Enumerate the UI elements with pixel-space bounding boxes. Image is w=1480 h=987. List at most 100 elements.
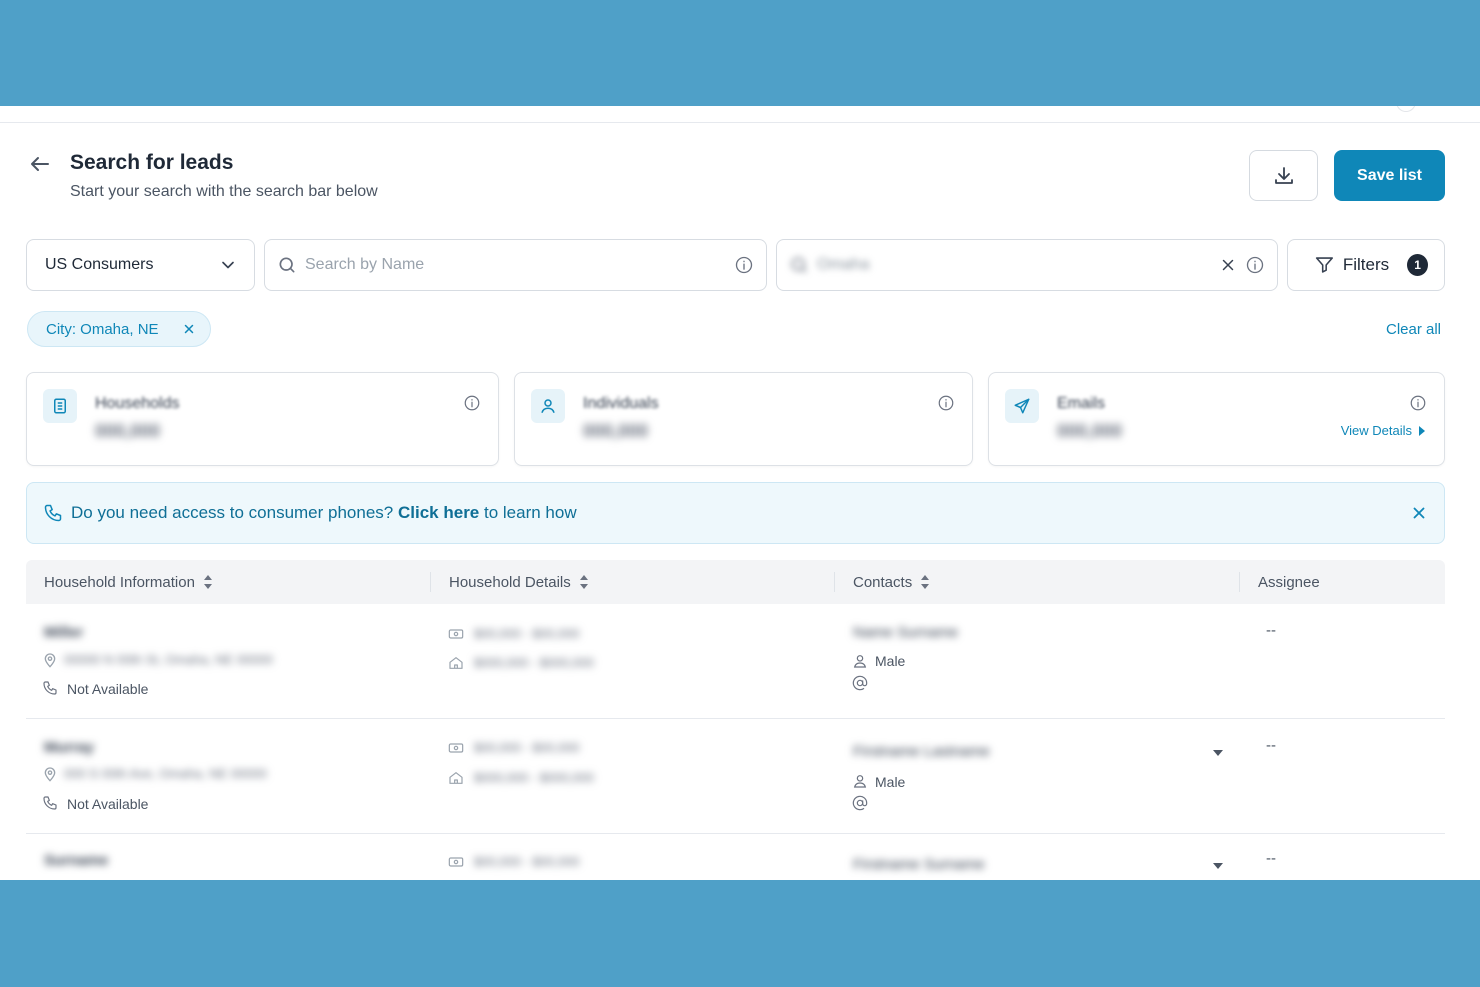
assignee-value: -- xyxy=(1266,850,1276,867)
contact-name[interactable]: Firstname Surname xyxy=(853,856,985,873)
household-name: Miller xyxy=(44,624,84,641)
banner-text: Do you need access to consumer phones? C… xyxy=(71,503,577,523)
map-pin-icon xyxy=(44,653,56,668)
banner-suffix: to learn how xyxy=(484,503,577,522)
column-divider xyxy=(834,572,835,592)
filters-count-badge: 1 xyxy=(1407,254,1428,276)
filters-button[interactable]: Filters 1 xyxy=(1287,239,1445,291)
money-icon xyxy=(448,743,464,753)
home-icon xyxy=(449,772,463,784)
back-arrow-icon[interactable] xyxy=(28,152,52,176)
individuals-label: Individuals xyxy=(583,395,659,412)
view-details-label: View Details xyxy=(1340,423,1412,438)
filters-label: Filters xyxy=(1342,255,1390,274)
column-label: Household Details xyxy=(449,573,571,591)
column-divider xyxy=(1239,572,1240,592)
sort-icon xyxy=(921,575,930,589)
household-income: $00,000 - $00,000 xyxy=(474,854,580,869)
close-icon[interactable] xyxy=(182,322,196,336)
download-button[interactable] xyxy=(1249,150,1318,201)
money-icon xyxy=(448,629,464,639)
clear-all-link[interactable]: Clear all xyxy=(1386,321,1441,338)
building-icon xyxy=(43,389,77,423)
caret-down-icon[interactable] xyxy=(1212,749,1224,757)
household-address: 000 S 00th Ave, Omaha, NE 00000 xyxy=(64,766,267,781)
column-divider xyxy=(430,572,431,592)
households-card: Households 000,000 xyxy=(26,372,499,466)
app-frame: Search for leads Start your search with … xyxy=(0,106,1480,880)
home-icon xyxy=(449,657,463,669)
column-label: Household Information xyxy=(44,573,195,591)
filter-chip-label: City: Omaha, NE xyxy=(46,320,159,338)
table-row[interactable]: Miller 00000 N 00th St, Omaha, NE 00000 … xyxy=(26,604,1445,719)
household-phone: Not Available xyxy=(67,681,149,697)
household-phone: Not Available xyxy=(67,796,149,812)
sort-icon xyxy=(203,575,212,589)
household-income: $00,000 - $00,000 xyxy=(474,740,580,755)
chevron-down-icon xyxy=(222,261,234,269)
assignee-value: -- xyxy=(1266,622,1276,639)
view-details-link[interactable]: View Details xyxy=(1341,423,1426,438)
map-pin-icon xyxy=(44,767,56,782)
filter-icon xyxy=(1315,257,1334,273)
phone-icon xyxy=(44,504,62,522)
database-select-value: US Consumers xyxy=(45,256,154,273)
phone-icon xyxy=(43,681,57,695)
emails-value: 000,000 xyxy=(1057,421,1123,441)
household-home-value: $000,000 - $000,000 xyxy=(474,655,594,670)
info-icon[interactable] xyxy=(1245,255,1265,275)
banner-click-here-link[interactable]: Click here xyxy=(398,503,479,522)
emails-label: Emails xyxy=(1057,395,1106,412)
caret-down-icon[interactable] xyxy=(1212,862,1224,870)
download-icon xyxy=(1274,166,1293,184)
column-assignee: Assignee xyxy=(1258,560,1320,604)
individuals-value: 000,000 xyxy=(583,421,649,441)
contact-name[interactable]: Firstname Lastname xyxy=(853,743,990,760)
name-search-input[interactable] xyxy=(305,256,734,274)
play-right-icon xyxy=(1419,425,1425,436)
info-icon[interactable] xyxy=(937,394,955,412)
column-label: Contacts xyxy=(853,573,913,591)
location-search-input[interactable]: Omaha xyxy=(817,256,1219,274)
close-icon[interactable] xyxy=(1219,256,1237,274)
households-label: Households xyxy=(95,395,180,412)
column-household-information[interactable]: Household Information xyxy=(44,560,213,604)
table-header: Household Information Household Details … xyxy=(26,560,1445,604)
info-icon[interactable] xyxy=(463,394,481,412)
person-icon xyxy=(853,775,867,788)
column-label: Assignee xyxy=(1258,573,1320,591)
phone-icon xyxy=(43,796,57,810)
user-icon xyxy=(531,389,565,423)
household-name: Surname xyxy=(44,852,109,869)
contact-gender: Male xyxy=(875,774,906,790)
banner-prefix: Do you need access to consumer phones? xyxy=(71,503,394,522)
info-icon[interactable] xyxy=(1409,394,1427,412)
save-list-button[interactable]: Save list xyxy=(1334,150,1445,201)
contact-gender: Male xyxy=(875,653,906,669)
info-icon[interactable] xyxy=(734,255,754,275)
search-icon xyxy=(791,257,807,273)
assignee-value: -- xyxy=(1266,737,1276,754)
filter-chip-city: City: Omaha, NE xyxy=(27,311,211,347)
page-title: Search for leads xyxy=(70,151,234,174)
column-household-details[interactable]: Household Details xyxy=(449,560,589,604)
person-icon xyxy=(853,655,867,668)
column-contacts[interactable]: Contacts xyxy=(853,560,930,604)
household-address: 00000 N 00th St, Omaha, NE 00000 xyxy=(64,652,273,667)
avatar-edge[interactable] xyxy=(1396,106,1416,112)
page-subtitle: Start your search with the search bar be… xyxy=(70,183,378,200)
table-row[interactable]: Murray 000 S 00th Ave, Omaha, NE 00000 N… xyxy=(26,719,1445,834)
money-icon xyxy=(448,857,464,867)
emails-card: Emails 000,000 View Details xyxy=(988,372,1445,466)
households-value: 000,000 xyxy=(95,421,161,441)
location-search-box: Omaha xyxy=(776,239,1278,291)
close-icon[interactable] xyxy=(1410,504,1428,522)
search-icon xyxy=(279,257,295,273)
contact-name[interactable]: Name Surname xyxy=(853,624,958,641)
sort-icon xyxy=(579,575,588,589)
household-name: Murray xyxy=(44,739,95,756)
table-row[interactable]: Surname $00,000 - $00,000 Firstname Surn… xyxy=(26,834,1445,880)
individuals-card: Individuals 000,000 xyxy=(514,372,973,466)
database-select[interactable]: US Consumers xyxy=(26,239,255,291)
phone-access-banner: Do you need access to consumer phones? C… xyxy=(26,482,1445,544)
